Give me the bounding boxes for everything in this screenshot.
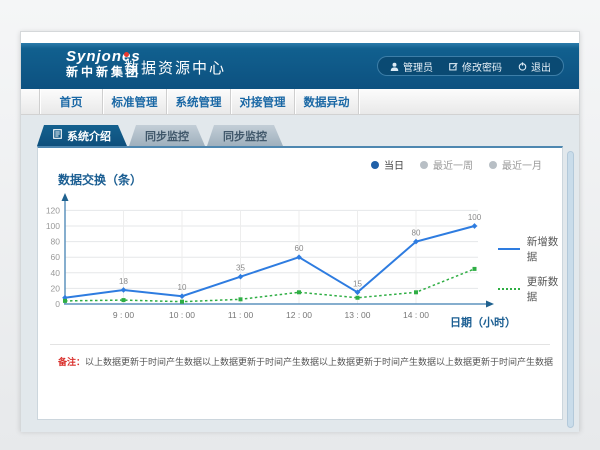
user-icon — [390, 62, 399, 71]
legend-item-new-data: 新增数据 — [498, 234, 562, 264]
svg-text:35: 35 — [236, 264, 245, 273]
y-axis-title: 数据交换（条） — [58, 171, 142, 188]
svg-text:100: 100 — [46, 221, 60, 231]
user-menu: 管理员 修改密码 退出 — [377, 56, 564, 76]
svg-text:13 : 00: 13 : 00 — [345, 310, 371, 320]
logout-label: 退出 — [531, 59, 551, 74]
radio-unselected-icon — [489, 161, 497, 169]
radio-unselected-icon — [420, 161, 428, 169]
nav-item-data-change[interactable]: 数据异动 — [295, 89, 359, 114]
svg-text:0: 0 — [55, 299, 60, 309]
scrollbar[interactable] — [567, 151, 574, 428]
svg-text:60: 60 — [51, 252, 61, 262]
svg-text:10: 10 — [178, 283, 187, 292]
svg-text:120: 120 — [46, 205, 60, 215]
tab-system-intro[interactable]: 系统介绍 — [37, 125, 127, 146]
edit-icon — [449, 62, 458, 71]
filter-label: 最近一周 — [433, 157, 473, 172]
power-icon — [518, 62, 527, 71]
nav-item-standard-mgmt[interactable]: 标准管理 — [103, 89, 167, 114]
tab-bar: 系统介绍 同步监控 同步监控 — [37, 125, 285, 146]
nav-item-integration-mgmt[interactable]: 对接管理 — [231, 89, 295, 114]
tab-label: 同步监控 — [223, 128, 267, 144]
svg-text:9 : 00: 9 : 00 — [113, 310, 135, 320]
svg-text:18: 18 — [119, 277, 128, 286]
page-title: 数据资源中心 — [124, 57, 226, 78]
svg-text:40: 40 — [51, 268, 61, 278]
chart-panel: 当日 最近一周 最近一月 数据交换（条） 0 20 40 60 80 100 120 9 : … — [37, 146, 563, 420]
filter-label: 当日 — [384, 157, 404, 172]
user-admin-button[interactable]: 管理员 — [390, 59, 433, 74]
svg-text:100: 100 — [468, 213, 482, 222]
user-admin-label: 管理员 — [403, 59, 433, 74]
main-nav: 首页 标准管理 系统管理 对接管理 数据异动 — [21, 89, 579, 115]
svg-text:14 : 00: 14 : 00 — [403, 310, 429, 320]
svg-text:80: 80 — [51, 237, 61, 247]
logout-button[interactable]: 退出 — [518, 59, 551, 74]
line-chart: 0 20 40 60 80 100 120 9 : 00 10 : 00 11 : 00 12 : … — [38, 192, 538, 334]
change-password-label: 修改密码 — [462, 59, 502, 74]
note-text: 以上数据更新于时间产生数据以上数据更新于时间产生数据以上数据更新于时间产生数据以… — [85, 357, 554, 367]
tab-sync-monitor-2[interactable]: 同步监控 — [207, 125, 283, 146]
app-window: Synjones 新中新集团 数据资源中心 管理员 修改密码 — [20, 31, 580, 431]
range-filter-group: 当日 最近一周 最近一月 — [371, 157, 542, 172]
filter-today[interactable]: 当日 — [371, 157, 404, 172]
tab-label: 同步监控 — [145, 128, 189, 144]
svg-text:80: 80 — [412, 229, 421, 238]
green-dotted-line-icon — [498, 288, 520, 290]
chart-legend: 新增数据 更新数据 — [498, 234, 562, 304]
nav-item-system-mgmt[interactable]: 系统管理 — [167, 89, 231, 114]
legend-label: 新增数据 — [527, 234, 562, 264]
blue-line-icon — [498, 248, 520, 250]
document-icon — [53, 129, 62, 142]
header-bar: Synjones 新中新集团 数据资源中心 管理员 修改密码 — [21, 43, 579, 89]
svg-text:20: 20 — [51, 283, 61, 293]
legend-item-updated-data: 更新数据 — [498, 274, 562, 304]
nav-item-home[interactable]: 首页 — [39, 89, 103, 114]
svg-text:15: 15 — [353, 279, 362, 288]
svg-text:60: 60 — [295, 244, 304, 253]
content-area: 系统介绍 同步监控 同步监控 当日 最近一周 — [21, 115, 579, 432]
filter-label: 最近一月 — [502, 157, 542, 172]
svg-text:12 : 00: 12 : 00 — [286, 310, 312, 320]
legend-label: 更新数据 — [527, 274, 562, 304]
filter-last-week[interactable]: 最近一周 — [420, 157, 473, 172]
note-divider — [50, 344, 550, 345]
note-label: 备注： — [58, 357, 85, 367]
tab-label: 系统介绍 — [67, 128, 111, 144]
change-password-button[interactable]: 修改密码 — [449, 59, 502, 74]
svg-text:11 : 00: 11 : 00 — [228, 310, 254, 320]
radio-selected-icon — [371, 161, 379, 169]
tab-sync-monitor-1[interactable]: 同步监控 — [129, 125, 205, 146]
footer-note: 备注：以上数据更新于时间产生数据以上数据更新于时间产生数据以上数据更新于时间产生… — [58, 355, 554, 369]
filter-last-month[interactable]: 最近一月 — [489, 157, 542, 172]
svg-text:10 : 00: 10 : 00 — [169, 310, 195, 320]
